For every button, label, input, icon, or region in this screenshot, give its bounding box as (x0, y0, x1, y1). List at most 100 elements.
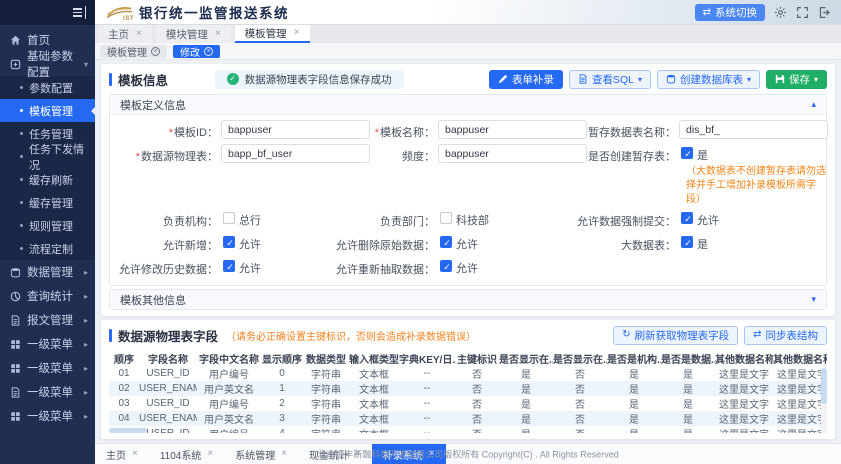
form-supplement-button[interactable]: 表单补录 (489, 70, 563, 89)
fullscreen-icon[interactable] (796, 6, 809, 19)
sidebar-item-report-mgmt[interactable]: 报文管理 (0, 308, 95, 332)
bottom-tab-home[interactable]: 主页 (95, 444, 149, 464)
table-cell: 否 (553, 411, 607, 426)
sidebar-header (0, 0, 95, 25)
sidebar-item-level1-menu-4[interactable]: 一级菜单 (0, 404, 95, 428)
close-tab-icon[interactable] (136, 29, 142, 39)
sidebar-item-process-customize[interactable]: 流程定制 (0, 237, 95, 260)
collapse-panel-icon[interactable] (811, 99, 816, 110)
table-cell: 03 (109, 396, 139, 411)
chip-label: 模板管理 (107, 44, 147, 59)
table-horizontal-scrollbar[interactable] (109, 428, 827, 433)
close-tab-icon[interactable] (281, 449, 287, 459)
settings-gear-icon[interactable] (774, 6, 787, 19)
table-row[interactable]: 02USER_ENAME用户英文名1字符串文本框--否是否是是这里是文字这里是文… (109, 381, 827, 396)
workspace-tab-module-mgmt[interactable]: 模块管理 (156, 25, 231, 43)
horizontal-scroll-thumb[interactable] (109, 428, 147, 433)
org-checkbox[interactable] (223, 212, 235, 224)
field-staging-table-name: 暂存数据表名称： (552, 120, 818, 142)
save-button[interactable]: 保存 (766, 70, 827, 89)
close-tab-icon[interactable] (215, 29, 221, 39)
table-cell: 否 (455, 366, 499, 381)
sidebar-item-cache-mgmt[interactable]: 缓存管理 (0, 191, 95, 214)
close-circle-icon[interactable] (204, 47, 213, 56)
logout-icon[interactable] (818, 6, 831, 19)
bottom-tab-system-mgmt[interactable]: 系统管理 (224, 444, 298, 464)
workspace-tab-home[interactable]: 主页 (98, 25, 152, 43)
sidebar-item-rule-mgmt[interactable]: 规则管理 (0, 214, 95, 237)
save-floppy-icon (775, 74, 785, 84)
refresh-fields-button[interactable]: ↻ 刷新获取物理表字段 (613, 326, 738, 345)
create-staging-checkbox[interactable] (681, 147, 693, 159)
field-label: 是否创建暂存表： (552, 144, 676, 164)
other-info-panel-header[interactable]: 模板其他信息 (110, 290, 826, 309)
table-cell: USER_ENAME (139, 381, 197, 396)
sidebar-item-basic-param-config[interactable]: 基础参数配置 (0, 52, 95, 76)
dept-checkbox[interactable] (440, 212, 452, 224)
table-row[interactable]: 04USER_ENAME用户英文名3字符串文本框--否是否是是这里是文字这里是文… (109, 411, 827, 426)
bottom-tab-sys-1104[interactable]: 1104系统 (149, 444, 224, 464)
view-sql-button[interactable]: 查看SQL (569, 70, 651, 89)
app-title: 银行统一监管报送系统 (139, 2, 289, 22)
chip-label: 修改 (180, 44, 200, 59)
allow-add-checkbox[interactable] (223, 236, 235, 248)
big-data-table-checkbox[interactable] (681, 236, 693, 248)
section-title-template-info: 模板信息 (109, 70, 168, 89)
system-switch-button[interactable]: ⇄ 系统切换 (695, 4, 765, 21)
dropdown-caret-icon (747, 75, 751, 84)
create-staging-warning: （大数据表不创建暂存表请勿选择并手工增加补录模板所需字段） (686, 163, 826, 208)
sidebar-item-cache-refresh[interactable]: 缓存刷新 (0, 168, 95, 191)
sidebar-item-label: 流程定制 (29, 241, 73, 257)
field-big-data-table: 大数据表： 是 (552, 233, 818, 255)
table-cell: 文本框 (349, 396, 399, 411)
chevron-right-icon (84, 292, 88, 301)
sync-structure-button[interactable]: ⇄ 同步表结构 (744, 326, 827, 345)
checkbox-option-label: 允许 (697, 209, 719, 228)
allow-delete-origin-checkbox[interactable] (440, 236, 452, 248)
sidebar-item-param-config[interactable]: 参数配置 (0, 76, 95, 99)
close-circle-icon[interactable] (151, 47, 160, 56)
breadcrumb-chip-template-mgmt[interactable]: 模板管理 (100, 45, 167, 58)
field-allow-edit-history: 允许修改历史数据： 允许 (118, 257, 335, 279)
sidebar-item-query-stats[interactable]: 查询统计 (0, 284, 95, 308)
sidebar-item-task-dispatch-status[interactable]: 任务下发情况 (0, 145, 95, 168)
sidebar-item-label: 数据管理 (27, 264, 73, 280)
bullet-dot-icon (20, 201, 23, 204)
close-tab-icon[interactable] (207, 449, 213, 459)
create-db-table-button[interactable]: 创建数据库表 (657, 70, 760, 89)
field-force-submit: 允许数据强制提交： 允许 (552, 209, 818, 231)
close-tab-icon[interactable] (294, 28, 300, 38)
collapse-sidebar-icon[interactable] (71, 6, 86, 19)
sidebar-item-label: 模板管理 (29, 103, 73, 119)
data-icon (10, 267, 21, 278)
definition-form: 模板ID： 模板名称： 暂存数据表名称： (118, 120, 818, 279)
allow-reextract-checkbox[interactable] (440, 260, 452, 272)
expand-panel-icon[interactable] (811, 294, 816, 305)
workspace-tab-template-mgmt[interactable]: 模板管理 (235, 25, 310, 43)
staging-table-name-input[interactable] (679, 120, 828, 139)
allow-edit-history-checkbox[interactable] (223, 260, 235, 272)
field-label: 暂存数据表名称： (552, 120, 676, 140)
table-row[interactable]: 03USER_ID用户编号2字符串文本框--否是否是是这里是文字这里是文字这里是… (109, 396, 827, 411)
sidebar-item-level1-menu-1[interactable]: 一级菜单 (0, 332, 95, 356)
home-icon (10, 35, 21, 46)
chevron-right-icon (84, 364, 88, 373)
report-icon (10, 315, 21, 326)
definition-panel-header[interactable]: 模板定义信息 (110, 95, 826, 114)
sidebar-item-data-mgmt[interactable]: 数据管理 (0, 260, 95, 284)
force-submit-checkbox[interactable] (681, 212, 693, 224)
breadcrumb-chip-edit[interactable]: 修改 (173, 45, 220, 58)
table-vertical-scrollbar[interactable] (821, 368, 827, 433)
table-cell: 用户编号 (197, 396, 261, 411)
close-tab-icon[interactable] (132, 449, 138, 459)
sidebar-item-level1-menu-2[interactable]: 一级菜单 (0, 356, 95, 380)
vertical-scroll-thumb[interactable] (821, 368, 827, 404)
field-template-id: 模板ID： (118, 120, 335, 142)
sidebar-item-level1-menu-3[interactable]: 一级菜单 (0, 380, 95, 404)
sidebar-item-template-mgmt[interactable]: 模板管理 (0, 99, 95, 122)
table-cell: USER_ENAME (139, 411, 197, 426)
field-label: 负责机构： (118, 209, 218, 229)
fields-table-actions: ↻ 刷新获取物理表字段 ⇄ 同步表结构 (613, 326, 827, 345)
table-row[interactable]: 01USER_ID用户编号0字符串文本框--否是否是是这里是文字这里是文字这里是… (109, 366, 827, 381)
workspace-tabstrip: 主页模块管理模板管理 (95, 25, 841, 43)
